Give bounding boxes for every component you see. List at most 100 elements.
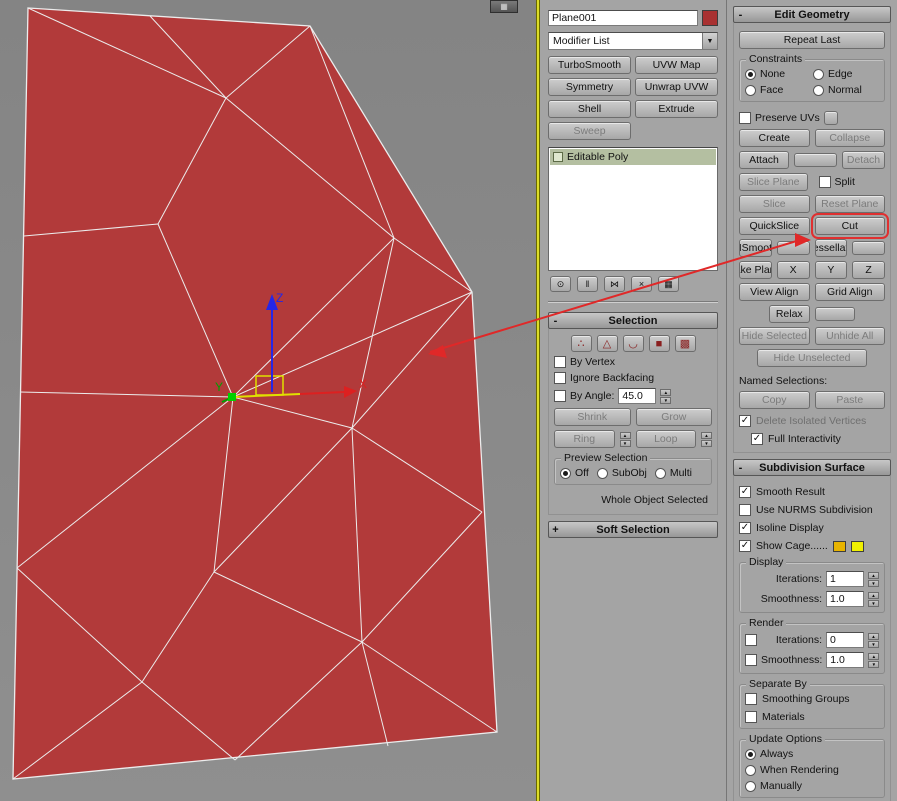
preview-subobj-option[interactable]: SubObj — [596, 467, 647, 479]
delete-isolated-vertices-checkbox[interactable] — [739, 415, 751, 427]
cage-color-swatch[interactable] — [832, 540, 846, 552]
show-end-result-icon[interactable]: ‖ — [577, 276, 598, 292]
attach-list-button[interactable] — [794, 153, 837, 167]
slice-plane-button[interactable]: Slice Plane — [739, 173, 808, 191]
constraint-none-radio[interactable] — [745, 68, 756, 80]
update-manually-radio[interactable] — [745, 780, 756, 792]
render-iterations-spinner[interactable] — [868, 632, 879, 648]
hide-selected-button[interactable]: Hide Selected — [739, 327, 810, 345]
object-name-input[interactable] — [548, 10, 698, 26]
display-iterations-spinner[interactable] — [868, 571, 879, 587]
planar-y-button[interactable]: Y — [814, 261, 848, 279]
quickslice-button[interactable]: QuickSlice — [739, 217, 810, 235]
configure-modifier-sets-icon[interactable]: ▦ — [658, 276, 679, 292]
vertex-mode-icon[interactable]: ∴ — [570, 335, 592, 352]
tessellate-button[interactable]: Tessellate — [814, 239, 848, 257]
modifier-button-turbosmooth[interactable]: TurboSmooth — [548, 56, 631, 74]
collapse-button[interactable]: Collapse — [814, 129, 885, 147]
loop-spinner[interactable] — [701, 431, 712, 447]
full-interactivity-checkbox[interactable] — [751, 433, 763, 445]
modifier-button-symmetry[interactable]: Symmetry — [548, 78, 631, 96]
modifier-button-sweep[interactable]: Sweep — [548, 122, 631, 140]
render-iterations-checkbox[interactable] — [745, 634, 757, 646]
show-cage-checkbox[interactable] — [739, 540, 751, 552]
by-vertex-checkbox[interactable] — [554, 356, 566, 368]
modifier-button-shell[interactable]: Shell — [548, 100, 631, 118]
remove-modifier-icon[interactable]: × — [631, 276, 652, 292]
modifier-button-unwrap-uvw[interactable]: Unwrap UVW — [635, 78, 718, 96]
update-when-rendering-radio[interactable] — [745, 764, 756, 776]
ignore-backfacing-option[interactable]: Ignore Backfacing — [554, 372, 712, 384]
grid-align-button[interactable]: Grid Align — [814, 283, 885, 301]
cut-button[interactable]: Cut — [810, 213, 889, 239]
preview-multi-radio[interactable] — [654, 467, 666, 479]
planar-z-button[interactable]: Z — [852, 261, 885, 279]
constraint-normal-option[interactable]: Normal — [813, 84, 879, 96]
preview-off-radio[interactable] — [560, 467, 571, 479]
slice-button[interactable]: Slice — [739, 195, 810, 213]
viewport-canvas[interactable]: Z X Y — [0, 0, 536, 801]
perspective-viewport[interactable]: Z X Y — [0, 0, 536, 801]
modifier-stack-list[interactable]: Editable Poly — [548, 147, 718, 271]
update-manually-option[interactable]: Manually — [745, 780, 879, 792]
paste-button[interactable]: Paste — [814, 391, 885, 409]
pin-stack-icon[interactable]: ⊙ — [550, 276, 571, 292]
edge-mode-icon[interactable]: △ — [596, 335, 618, 352]
selected-vertex-marker[interactable] — [228, 393, 236, 401]
hide-unselected-button[interactable]: Hide Unselected — [757, 349, 867, 367]
by-angle-spinner[interactable] — [660, 388, 672, 404]
constraint-face-radio[interactable] — [745, 84, 756, 96]
constraint-normal-radio[interactable] — [813, 84, 824, 96]
modifier-button-uvw-map[interactable]: UVW Map — [635, 56, 718, 74]
modifier-list-dropdown[interactable]: Modifier List — [548, 32, 718, 50]
subdivision-surface-rollout-header[interactable]: - Subdivision Surface — [733, 459, 891, 476]
isoline-display-checkbox[interactable] — [739, 522, 751, 534]
render-smoothness-spinner[interactable] — [868, 652, 880, 668]
update-always-option[interactable]: Always — [745, 748, 879, 760]
display-iterations-input[interactable] — [826, 571, 864, 587]
display-smoothness-spinner[interactable] — [868, 591, 879, 607]
make-planar-button[interactable]: Make Planar — [739, 261, 772, 279]
constraint-none-option[interactable]: None — [745, 68, 811, 80]
soft-selection-rollout-header[interactable]: + Soft Selection — [548, 521, 718, 538]
relax-settings-button[interactable] — [814, 307, 855, 321]
preview-subobj-radio[interactable] — [596, 467, 608, 479]
detach-button[interactable]: Detach — [842, 151, 885, 169]
smooth-result-checkbox[interactable] — [739, 486, 751, 498]
stack-item-editable-poly[interactable]: Editable Poly — [550, 149, 716, 165]
display-smoothness-input[interactable] — [826, 591, 864, 607]
ignore-backfacing-checkbox[interactable] — [554, 372, 566, 384]
preserve-uvs-checkbox[interactable] — [739, 112, 751, 124]
copy-button[interactable]: Copy — [739, 391, 810, 409]
msmooth-settings-button[interactable] — [776, 241, 810, 255]
border-mode-icon[interactable]: ◡ — [622, 335, 644, 352]
materials-checkbox[interactable] — [745, 711, 757, 723]
constraint-face-option[interactable]: Face — [745, 84, 811, 96]
smoothing-groups-checkbox[interactable] — [745, 693, 757, 705]
create-button[interactable]: Create — [739, 129, 810, 147]
make-unique-icon[interactable]: ⋈ — [604, 276, 625, 292]
shrink-button[interactable]: Shrink — [554, 408, 631, 426]
update-always-radio[interactable] — [745, 748, 756, 760]
polygon-mode-icon[interactable]: ■ — [648, 335, 670, 352]
constraint-edge-radio[interactable] — [813, 68, 824, 80]
loop-button[interactable]: Loop — [635, 430, 696, 448]
attach-button[interactable]: Attach — [739, 151, 789, 169]
by-angle-input[interactable] — [618, 388, 657, 404]
render-iterations-input[interactable] — [826, 632, 864, 648]
tessellate-settings-button[interactable] — [852, 241, 885, 255]
element-mode-icon[interactable]: ▩ — [674, 335, 696, 352]
relax-button[interactable]: Relax — [769, 305, 810, 323]
msmooth-button[interactable]: MSmooth — [739, 239, 772, 257]
view-align-button[interactable]: View Align — [739, 283, 810, 301]
repeat-last-button[interactable]: Repeat Last — [739, 31, 885, 49]
selection-rollout-header[interactable]: - Selection — [548, 312, 718, 329]
planar-x-button[interactable]: X — [776, 261, 810, 279]
ring-spinner[interactable] — [619, 431, 631, 447]
update-when-rendering-option[interactable]: When Rendering — [745, 764, 879, 776]
modifier-button-extrude[interactable]: Extrude — [635, 100, 718, 118]
preview-off-option[interactable]: Off — [560, 467, 589, 479]
reset-plane-button[interactable]: Reset Plane — [814, 195, 885, 213]
object-color-swatch[interactable] — [702, 10, 718, 26]
unhide-all-button[interactable]: Unhide All — [814, 327, 885, 345]
